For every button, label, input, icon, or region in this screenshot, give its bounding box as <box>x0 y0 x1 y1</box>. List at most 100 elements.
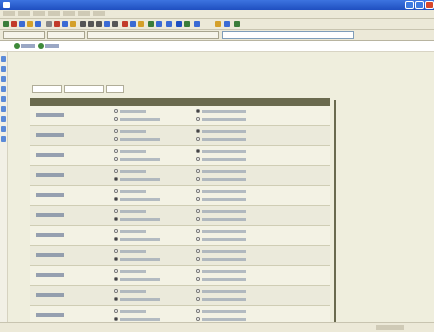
radio-option[interactable] <box>196 248 246 254</box>
radio-button[interactable] <box>114 289 118 293</box>
radio-button[interactable] <box>114 297 118 301</box>
radio-option[interactable] <box>196 268 246 274</box>
url-field[interactable] <box>222 31 354 39</box>
radio-option[interactable] <box>114 148 146 154</box>
menu-item[interactable] <box>48 11 60 16</box>
radio-button[interactable] <box>114 269 118 273</box>
radio-option[interactable] <box>196 196 246 202</box>
radio-button[interactable] <box>196 317 200 321</box>
toolbar-icon[interactable] <box>19 21 25 27</box>
menu-item[interactable] <box>33 11 45 16</box>
toolbar-icon[interactable] <box>156 21 162 27</box>
sidebar-icon[interactable] <box>1 66 6 72</box>
radio-option[interactable] <box>114 256 160 262</box>
radio-option[interactable] <box>196 176 246 182</box>
radio-option[interactable] <box>196 276 246 282</box>
sidebar-icon[interactable] <box>1 136 6 142</box>
radio-option[interactable] <box>114 296 160 302</box>
radio-button[interactable] <box>114 249 118 253</box>
toolbar-icon[interactable] <box>104 21 110 27</box>
radio-button[interactable] <box>114 277 118 281</box>
radio-button[interactable] <box>114 317 118 321</box>
radio-button[interactable] <box>196 249 200 253</box>
sub-tab[interactable] <box>64 85 104 93</box>
radio-button[interactable] <box>114 129 118 133</box>
toolbar-icon[interactable] <box>88 21 94 27</box>
radio-button[interactable] <box>196 277 200 281</box>
radio-button[interactable] <box>196 137 200 141</box>
radio-button[interactable] <box>114 197 118 201</box>
radio-button[interactable] <box>114 157 118 161</box>
radio-option[interactable] <box>114 216 160 222</box>
menu-item[interactable] <box>93 11 105 16</box>
radio-button[interactable] <box>196 257 200 261</box>
radio-button[interactable] <box>114 229 118 233</box>
toolbar-icon[interactable] <box>35 21 41 27</box>
menu-item[interactable] <box>3 11 15 16</box>
radio-button[interactable] <box>196 197 200 201</box>
radio-option[interactable] <box>114 236 160 242</box>
toolbar-icon[interactable] <box>62 21 68 27</box>
radio-button[interactable] <box>196 177 200 181</box>
radio-option[interactable] <box>196 168 246 174</box>
go-button[interactable] <box>412 31 432 38</box>
radio-option[interactable] <box>196 208 246 214</box>
toolbar-icon[interactable] <box>46 21 52 27</box>
radio-option[interactable] <box>114 168 146 174</box>
radio-option[interactable] <box>196 136 246 142</box>
sidebar-icon[interactable] <box>1 86 6 92</box>
radio-option[interactable] <box>196 228 246 234</box>
sidebar-icon[interactable] <box>1 56 6 62</box>
browser-tab[interactable] <box>87 31 219 39</box>
menu-item[interactable] <box>18 11 30 16</box>
radio-option[interactable] <box>114 136 160 142</box>
radio-option[interactable] <box>196 308 246 314</box>
toolbar-icon[interactable] <box>166 21 172 27</box>
radio-button[interactable] <box>114 257 118 261</box>
radio-button[interactable] <box>114 149 118 153</box>
radio-button[interactable] <box>114 309 118 313</box>
radio-button[interactable] <box>196 189 200 193</box>
radio-button[interactable] <box>196 237 200 241</box>
radio-option[interactable] <box>196 236 246 242</box>
sub-tab[interactable] <box>32 85 62 93</box>
link-button[interactable] <box>38 43 59 49</box>
toolbar-icon[interactable] <box>215 21 221 27</box>
radio-option[interactable] <box>114 248 146 254</box>
toolbar-icon[interactable] <box>234 21 240 27</box>
radio-button[interactable] <box>196 229 200 233</box>
browser-tab[interactable] <box>47 31 85 39</box>
radio-option[interactable] <box>114 228 146 234</box>
toolbar-icon[interactable] <box>11 21 17 27</box>
radio-button[interactable] <box>196 149 200 153</box>
radio-button[interactable] <box>196 109 200 113</box>
radio-button[interactable] <box>114 117 118 121</box>
radio-button[interactable] <box>196 309 200 313</box>
toolbar-icon[interactable] <box>184 21 190 27</box>
toolbar-icon[interactable] <box>148 21 154 27</box>
radio-option[interactable] <box>196 148 246 154</box>
radio-option[interactable] <box>114 208 146 214</box>
radio-button[interactable] <box>196 297 200 301</box>
sidebar-icon[interactable] <box>1 76 6 82</box>
radio-button[interactable] <box>114 177 118 181</box>
radio-button[interactable] <box>196 289 200 293</box>
radio-button[interactable] <box>196 129 200 133</box>
radio-option[interactable] <box>196 116 246 122</box>
radio-button[interactable] <box>196 209 200 213</box>
radio-option[interactable] <box>196 156 246 162</box>
toolbar-icon[interactable] <box>176 21 182 27</box>
toolbar-icon[interactable] <box>138 21 144 27</box>
radio-option[interactable] <box>114 188 146 194</box>
radio-button[interactable] <box>114 209 118 213</box>
radio-option[interactable] <box>196 296 246 302</box>
radio-button[interactable] <box>196 217 200 221</box>
toolbar-icon[interactable] <box>3 21 9 27</box>
radio-option[interactable] <box>114 116 160 122</box>
radio-option[interactable] <box>114 108 146 114</box>
sidebar-icon[interactable] <box>1 116 6 122</box>
radio-button[interactable] <box>114 137 118 141</box>
sidebar-icon[interactable] <box>1 96 6 102</box>
radio-option[interactable] <box>196 216 246 222</box>
toolbar-icon[interactable] <box>224 21 230 27</box>
